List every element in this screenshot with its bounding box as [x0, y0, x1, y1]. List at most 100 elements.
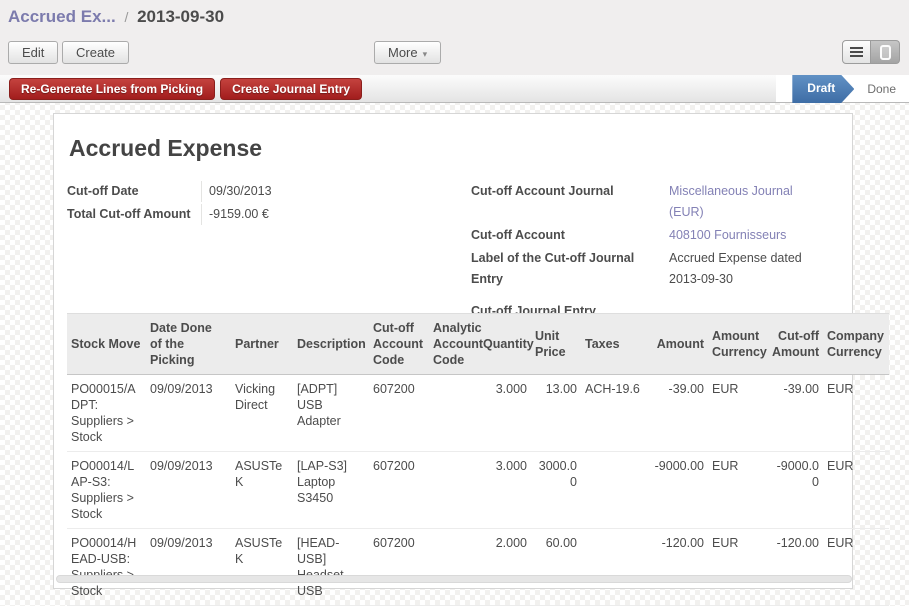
column-header[interactable]: Date Done of the Picking	[146, 314, 231, 375]
table-cell: [HEAD-USB] Headset USB	[293, 529, 369, 606]
action-button[interactable]: Create Journal Entry	[220, 78, 362, 100]
table-cell: ASUSTeK	[231, 529, 293, 606]
workflow-states: DraftDone	[776, 75, 909, 102]
table-cell: 13.00	[531, 375, 581, 452]
table-cell: 2.000	[479, 529, 531, 606]
cutoff-lines-table: Stock MoveDate Done of the PickingPartne…	[67, 313, 889, 606]
edit-button[interactable]: Edit	[8, 41, 58, 64]
table-cell: 607200	[369, 375, 429, 452]
breadcrumb: Accrued Ex... / 2013-09-30	[8, 7, 224, 27]
form-view-icon	[880, 45, 891, 60]
more-button[interactable]: More▾	[374, 41, 441, 64]
table-cell: -39.00	[768, 375, 823, 452]
table-cell	[429, 529, 479, 606]
field-row: Cut-off Account408100 Fournisseurs	[471, 225, 854, 246]
column-header[interactable]: Company Currency	[823, 314, 889, 375]
table-cell: 60.00	[531, 529, 581, 606]
field-label: Cut-off Account Journal	[471, 181, 669, 223]
list-view-button[interactable]	[842, 40, 871, 64]
table-cell: EUR	[823, 452, 889, 529]
status-bar: Re-Generate Lines from PickingCreate Jou…	[0, 75, 909, 103]
form-sheet: Accrued Expense Cut-off Date09/30/2013To…	[53, 113, 853, 589]
table-cell: ACH-19.6	[581, 375, 648, 452]
column-header[interactable]: Amount Currency	[708, 314, 768, 375]
table-cell: ASUSTeK	[231, 452, 293, 529]
caret-down-icon: ▾	[418, 49, 428, 59]
column-header[interactable]: Quantity	[479, 314, 531, 375]
form-group-left: Cut-off Date09/30/2013Total Cut-off Amou…	[67, 181, 462, 227]
column-header[interactable]: Amount	[648, 314, 708, 375]
table-cell: EUR	[708, 529, 768, 606]
table-cell: 3.000	[479, 452, 531, 529]
horizontal-scrollbar[interactable]	[56, 575, 852, 583]
breadcrumb-current: 2013-09-30	[137, 7, 224, 26]
table-cell: -120.00	[768, 529, 823, 606]
column-header[interactable]: Cut-off Amount	[768, 314, 823, 375]
column-header[interactable]: Cut-off Account Code	[369, 314, 429, 375]
field-value: 09/30/2013	[201, 181, 272, 202]
breadcrumb-parent-link[interactable]: Accrued Ex...	[8, 7, 116, 26]
table-cell: EUR	[708, 375, 768, 452]
table-cell	[581, 529, 648, 606]
table-cell: EUR	[823, 529, 889, 606]
form-view-button[interactable]	[871, 40, 900, 64]
breadcrumb-separator: /	[120, 9, 132, 25]
table-cell: -9000.00	[648, 452, 708, 529]
page-title: Accrued Expense	[69, 135, 262, 162]
table-cell: Vicking Direct	[231, 375, 293, 452]
field-value: -9159.00 €	[201, 204, 269, 225]
cutoff-lines-table-wrap: Stock MoveDate Done of the PickingPartne…	[67, 313, 889, 606]
action-button[interactable]: Re-Generate Lines from Picking	[9, 78, 215, 100]
table-header-row: Stock MoveDate Done of the PickingPartne…	[67, 314, 889, 375]
column-header[interactable]: Taxes	[581, 314, 648, 375]
table-cell: 607200	[369, 452, 429, 529]
view-switcher	[842, 40, 900, 64]
table-cell: [ADPT] USB Adapter	[293, 375, 369, 452]
status-state-done[interactable]: Done	[854, 75, 909, 102]
table-cell: 09/09/2013	[146, 375, 231, 452]
column-header[interactable]: Description	[293, 314, 369, 375]
field-value[interactable]: 408100 Fournisseurs	[669, 225, 819, 246]
table-cell: 3.000	[479, 375, 531, 452]
table-cell: PO00014/HEAD-USB: Suppliers > Stock	[67, 529, 146, 606]
form-group-right: Cut-off Account JournalMiscellaneous Jou…	[471, 181, 854, 324]
column-header[interactable]: Analytic Account Code	[429, 314, 479, 375]
field-label: Cut-off Account	[471, 225, 669, 246]
more-button-label: More	[388, 45, 418, 60]
table-cell	[429, 375, 479, 452]
table-cell: PO00015/ADPT: Suppliers > Stock	[67, 375, 146, 452]
table-cell: EUR	[708, 452, 768, 529]
table-cell: 09/09/2013	[146, 452, 231, 529]
field-row: Cut-off Date09/30/2013	[67, 181, 462, 202]
field-value[interactable]: Miscellaneous Journal (EUR)	[669, 181, 819, 223]
field-label: Total Cut-off Amount	[67, 204, 201, 225]
field-label: Label of the Cut-off Journal Entry	[471, 248, 669, 290]
table-cell: 09/09/2013	[146, 529, 231, 606]
table-cell: [LAP-S3] Laptop S3450	[293, 452, 369, 529]
table-cell: 3000.00	[531, 452, 581, 529]
field-label: Cut-off Date	[67, 181, 201, 202]
table-cell: -39.00	[648, 375, 708, 452]
table-cell: 607200	[369, 529, 429, 606]
create-button[interactable]: Create	[62, 41, 129, 64]
table-row[interactable]: PO00015/ADPT: Suppliers > Stock09/09/201…	[67, 375, 889, 452]
table-row[interactable]: PO00014/LAP-S3: Suppliers > Stock09/09/2…	[67, 452, 889, 529]
column-header[interactable]: Partner	[231, 314, 293, 375]
table-cell: -9000.00	[768, 452, 823, 529]
field-value: Accrued Expense dated 2013-09-30	[669, 248, 819, 290]
status-state-draft[interactable]: Draft	[792, 75, 854, 103]
table-row[interactable]: PO00014/HEAD-USB: Suppliers > Stock09/09…	[67, 529, 889, 606]
list-view-icon	[850, 47, 863, 57]
table-cell	[581, 452, 648, 529]
table-cell	[429, 452, 479, 529]
column-header[interactable]: Unit Price	[531, 314, 581, 375]
table-cell: -120.00	[648, 529, 708, 606]
field-row: Cut-off Account JournalMiscellaneous Jou…	[471, 181, 854, 223]
table-cell: PO00014/LAP-S3: Suppliers > Stock	[67, 452, 146, 529]
field-row: Label of the Cut-off Journal EntryAccrue…	[471, 248, 854, 290]
action-buttons: Re-Generate Lines from PickingCreate Jou…	[4, 75, 362, 102]
column-header[interactable]: Stock Move	[67, 314, 146, 375]
table-cell: EUR	[823, 375, 889, 452]
field-row: Total Cut-off Amount-9159.00 €	[67, 204, 462, 225]
top-toolbar: Accrued Ex... / 2013-09-30 Edit Create M…	[0, 0, 909, 75]
